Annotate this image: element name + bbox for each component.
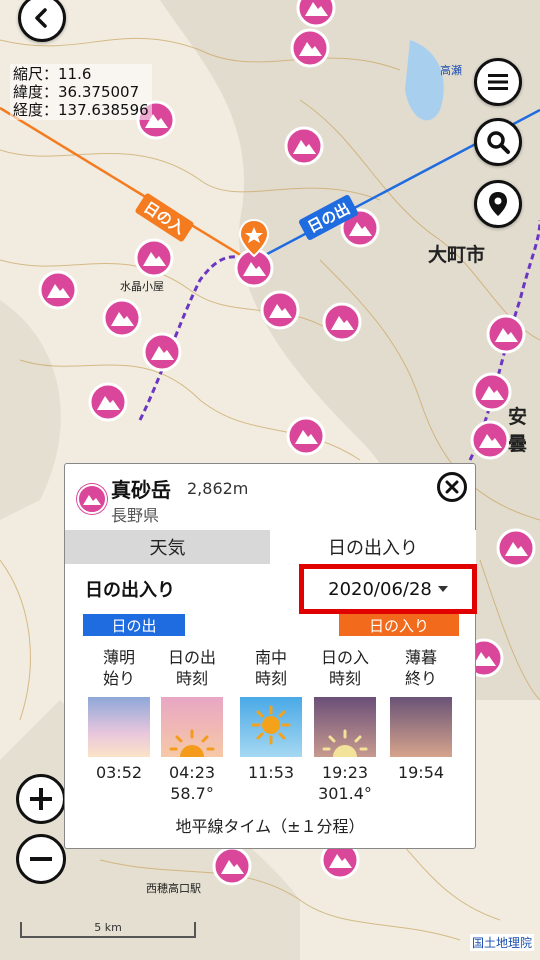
chevron-left-icon [35, 8, 47, 28]
dawn-sky-icon [88, 697, 150, 757]
sunset-sky-icon [314, 697, 376, 757]
place-label: 大町市 [428, 244, 486, 266]
peak-elevation: 2,862m [187, 479, 249, 498]
attribution-link[interactable]: 国土地理院 [469, 934, 534, 951]
column-header: 南中 時刻 [254, 648, 287, 688]
current-location-button[interactable] [474, 180, 522, 228]
latitude-text: 緯度：36.375007 [13, 83, 140, 101]
peak-name: 真砂岳 [111, 478, 171, 502]
peak-prefecture: 長野県 [111, 506, 160, 525]
close-button[interactable] [437, 472, 467, 502]
twilight-end-column: 薄暮 終り 19:54 [389, 647, 453, 782]
search-icon [487, 131, 510, 154]
popup-tabs: 天気 日の出入り [65, 530, 476, 564]
scale-bar: 5 km [20, 922, 196, 938]
sunrise-sky-icon [161, 697, 223, 757]
time-value: 04:23 [168, 763, 216, 782]
column-header: 薄明 始り [102, 648, 135, 688]
sunset-column: 日の入 時刻 19:23 301.4° [313, 647, 377, 803]
location-pin-icon [489, 192, 507, 216]
sunset-badge: 日の入り [339, 614, 459, 636]
tab-weather[interactable]: 天気 [65, 530, 270, 564]
time-value: 11:53 [247, 763, 295, 782]
longitude-text: 経度：137.638596 [13, 101, 149, 119]
mountain-icon [77, 484, 107, 514]
menu-button[interactable] [474, 58, 522, 106]
culmination-column: 南中 時刻 11:53 [239, 647, 303, 782]
noon-sky-icon [240, 697, 302, 757]
dusk-sky-icon [390, 697, 452, 757]
time-value: 03:52 [95, 763, 143, 782]
caret-down-icon [437, 586, 448, 592]
twilight-start-column: 薄明 始り 03:52 [87, 647, 151, 782]
column-header: 薄暮 終り [404, 648, 437, 688]
place-label: 水晶小屋 [120, 280, 164, 293]
place-label: 高瀬 [440, 64, 462, 77]
zoom-out-button[interactable] [16, 834, 66, 884]
column-header: 日の出 時刻 [167, 648, 216, 688]
search-button[interactable] [474, 118, 522, 166]
column-header: 日の入 時刻 [320, 648, 369, 688]
time-value: 19:23 [321, 763, 369, 782]
plus-icon [30, 788, 52, 810]
place-label: 安曇 [508, 406, 528, 455]
azimuth-value: 58.7° [170, 784, 214, 803]
accuracy-note: 地平線タイム（±１分程） [175, 817, 365, 836]
peak-info-popup: 真砂岳 2,862m 長野県 天気 日の出入り 日の出入り 2020/06/28… [64, 463, 477, 849]
scale-text: 縮尺：11.6 [13, 65, 92, 83]
section-title: 日の出入り [85, 580, 175, 601]
zoom-in-button[interactable] [16, 774, 66, 824]
sunrise-badge: 日の出 [83, 614, 185, 636]
hamburger-icon [488, 74, 508, 90]
place-label: 西穂高口駅 [146, 882, 201, 895]
date-value: 2020/06/28 [328, 578, 432, 600]
popup-header: 真砂岳 2,862m 長野県 [65, 464, 475, 531]
map-coordinates-readout: 縮尺：11.6 緯度：36.375007 経度：137.638596 [10, 64, 152, 120]
sunrise-column: 日の出 時刻 04:23 58.7° [160, 647, 224, 803]
minus-icon [30, 857, 52, 861]
tab-sunrise-sunset[interactable]: 日の出入り [270, 530, 476, 564]
date-dropdown[interactable]: 2020/06/28 [299, 564, 477, 614]
time-value: 19:54 [397, 763, 445, 782]
azimuth-value: 301.4° [318, 784, 372, 803]
close-icon [445, 480, 459, 494]
